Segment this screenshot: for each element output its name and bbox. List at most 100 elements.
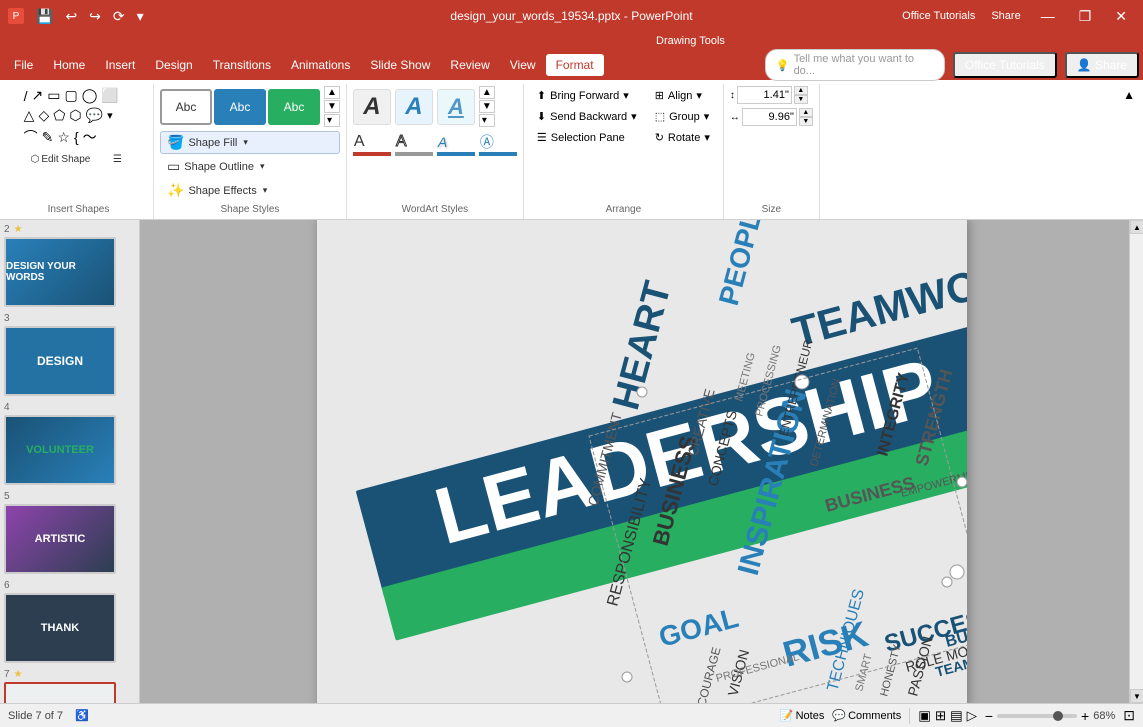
menu-format[interactable]: Format bbox=[546, 54, 604, 76]
align-button[interactable]: ⊞ Align ▾ bbox=[648, 86, 717, 105]
fit-to-window-button[interactable]: ⊡ bbox=[1123, 707, 1135, 724]
redo-button[interactable]: ↪ bbox=[85, 6, 105, 27]
slide-img-2[interactable]: DESIGN YOUR WORDS bbox=[4, 237, 116, 307]
wordart-style-2[interactable]: A bbox=[395, 89, 433, 125]
menu-view[interactable]: View bbox=[500, 54, 546, 76]
freeform-shape[interactable]: ✎ bbox=[42, 129, 54, 146]
slide-img-4[interactable]: VOLUNTEER bbox=[4, 415, 116, 485]
close-button[interactable]: ✕ bbox=[1107, 6, 1135, 27]
share-button[interactable]: Share bbox=[987, 8, 1024, 24]
menu-file[interactable]: File bbox=[4, 54, 43, 76]
shape-effects-button[interactable]: ✨ Shape Effects ▾ bbox=[160, 179, 340, 202]
oval-shape[interactable]: ◯ bbox=[82, 87, 98, 104]
rect-shape[interactable]: ▭ bbox=[47, 87, 60, 104]
menu-insert[interactable]: Insert bbox=[95, 54, 145, 76]
width-input[interactable]: 9.96" bbox=[742, 108, 797, 126]
right-scrollbar[interactable]: ▲ ▼ bbox=[1129, 220, 1143, 703]
text-fill-button[interactable]: A bbox=[353, 133, 391, 151]
text-transform-button[interactable]: Ⓐ bbox=[479, 133, 517, 151]
pentagon-shape[interactable]: ⬠ bbox=[53, 107, 65, 124]
customize-button[interactable]: ▾ bbox=[133, 6, 148, 27]
shape-more[interactable]: ⬜ bbox=[101, 87, 118, 104]
shape-style-1[interactable]: Abc bbox=[160, 89, 212, 125]
text-outline-button[interactable]: A bbox=[395, 133, 433, 151]
wave-shape[interactable]: 〜 bbox=[83, 127, 97, 147]
arch-shape[interactable]: ⌒ bbox=[24, 127, 38, 147]
slide-thumb-4[interactable]: 4 VOLUNTEER bbox=[4, 402, 135, 485]
styles-scroll-up[interactable]: ▲ bbox=[324, 86, 340, 99]
rounded-rect-shape[interactable]: ▢ bbox=[65, 87, 78, 104]
menu-slideshow[interactable]: Slide Show bbox=[360, 54, 440, 76]
tell-me-input[interactable]: 💡 Tell me what you want to do... bbox=[765, 49, 945, 81]
minimize-button[interactable]: — bbox=[1033, 6, 1063, 26]
edit-shape-button[interactable]: ⬡ Edit Shape bbox=[24, 151, 98, 168]
zoom-out-button[interactable]: − bbox=[985, 708, 993, 724]
styles-scroll-down[interactable]: ▼ bbox=[324, 100, 340, 113]
slide-img-3[interactable]: DESIGN bbox=[4, 326, 116, 396]
menu-animations[interactable]: Animations bbox=[281, 54, 360, 76]
slide-canvas[interactable]: LEADERSHIP TEAMWORK HEART PEOPLE bbox=[317, 220, 967, 703]
slide-thumb-6[interactable]: 6 THANK bbox=[4, 580, 135, 663]
zoom-thumb[interactable] bbox=[1053, 711, 1063, 721]
shape-style-3[interactable]: Abc bbox=[268, 89, 320, 125]
styles-more[interactable]: ▾ bbox=[324, 114, 340, 127]
bring-forward-button[interactable]: ⬆ Bring Forward ▾ bbox=[530, 86, 644, 105]
slide-thumb-2[interactable]: 2 ★ DESIGN YOUR WORDS bbox=[4, 224, 135, 307]
arrow-shape[interactable]: ↗ bbox=[32, 87, 44, 104]
replay-button[interactable]: ⟳ bbox=[109, 6, 129, 27]
save-button[interactable]: 💾 bbox=[32, 6, 57, 27]
slide-img-7[interactable]: LEADERSHIP bbox=[4, 682, 116, 703]
text-box-button[interactable]: ☰ bbox=[101, 151, 133, 168]
callout-shape[interactable]: 💬 bbox=[86, 107, 103, 124]
bracket-shape[interactable]: { bbox=[74, 129, 79, 145]
comments-button[interactable]: 💬 Comments bbox=[832, 709, 901, 722]
slide-img-5[interactable]: ARTISTIC bbox=[4, 504, 116, 574]
wordart-more[interactable]: ▾ bbox=[479, 114, 495, 127]
star-shape[interactable]: ☆ bbox=[57, 129, 70, 146]
wordart-scroll-up[interactable]: ▲ bbox=[479, 86, 495, 99]
notes-button[interactable]: 📝 Notes bbox=[780, 709, 824, 722]
shape-expand[interactable]: ▾ bbox=[107, 109, 113, 122]
zoom-slider[interactable] bbox=[997, 714, 1077, 718]
slide-img-6[interactable]: THANK bbox=[4, 593, 116, 663]
wordart-style-1[interactable]: A bbox=[353, 89, 391, 125]
height-down-button[interactable]: ▼ bbox=[794, 95, 808, 104]
width-up-button[interactable]: ▲ bbox=[799, 108, 813, 117]
slide-thumb-7[interactable]: 7 ★ LEADERSHIP bbox=[4, 669, 135, 703]
view-reading-button[interactable]: ▤ bbox=[950, 708, 963, 724]
view-slideshow-button[interactable]: ▷ bbox=[967, 708, 977, 724]
group-button[interactable]: ⬚ Group ▾ bbox=[648, 107, 717, 126]
triangle-shape[interactable]: △ bbox=[24, 107, 35, 124]
line-shape[interactable]: / bbox=[24, 88, 28, 104]
view-normal-button[interactable]: ▣ bbox=[918, 708, 931, 724]
zoom-in-button[interactable]: + bbox=[1081, 708, 1089, 724]
slide-thumb-3[interactable]: 3 DESIGN bbox=[4, 313, 135, 396]
scroll-up-button[interactable]: ▲ bbox=[1130, 220, 1143, 234]
hexagon-shape[interactable]: ⬡ bbox=[69, 107, 81, 124]
undo-button[interactable]: ↩ bbox=[61, 6, 81, 27]
wordart-scroll-down[interactable]: ▼ bbox=[479, 100, 495, 113]
menu-review[interactable]: Review bbox=[440, 54, 499, 76]
ribbon-collapse-button[interactable]: ▲ bbox=[1123, 88, 1135, 102]
menu-transitions[interactable]: Transitions bbox=[203, 54, 281, 76]
office-tutorials-button[interactable]: Office Tutorials bbox=[898, 8, 979, 24]
text-effects-button[interactable]: A bbox=[437, 133, 475, 151]
shape-fill-button[interactable]: 🪣 Shape Fill ▾ bbox=[160, 131, 340, 154]
diamond-shape[interactable]: ◇ bbox=[38, 107, 49, 124]
height-input[interactable]: 1.41" bbox=[737, 86, 792, 104]
width-down-button[interactable]: ▼ bbox=[799, 117, 813, 126]
office-tutorials-menu-btn[interactable]: Office Tutorials bbox=[953, 52, 1057, 78]
send-backward-button[interactable]: ⬇ Send Backward ▾ bbox=[530, 107, 644, 126]
menu-design[interactable]: Design bbox=[145, 54, 202, 76]
rotate-button[interactable]: ↻ Rotate ▾ bbox=[648, 128, 717, 147]
menu-home[interactable]: Home bbox=[43, 54, 95, 76]
share-menu-btn[interactable]: 👤 Share bbox=[1065, 52, 1139, 78]
shape-style-2[interactable]: Abc bbox=[214, 89, 266, 125]
view-outline-button[interactable]: ⊞ bbox=[935, 708, 946, 724]
selection-pane-button[interactable]: ☰ Selection Pane bbox=[530, 128, 644, 147]
maximize-button[interactable]: ❐ bbox=[1071, 6, 1100, 27]
wordart-style-3[interactable]: A bbox=[437, 89, 475, 125]
shape-outline-button[interactable]: ▭ Shape Outline ▾ bbox=[160, 155, 340, 178]
height-up-button[interactable]: ▲ bbox=[794, 86, 808, 95]
slide-thumb-5[interactable]: 5 ARTISTIC bbox=[4, 491, 135, 574]
